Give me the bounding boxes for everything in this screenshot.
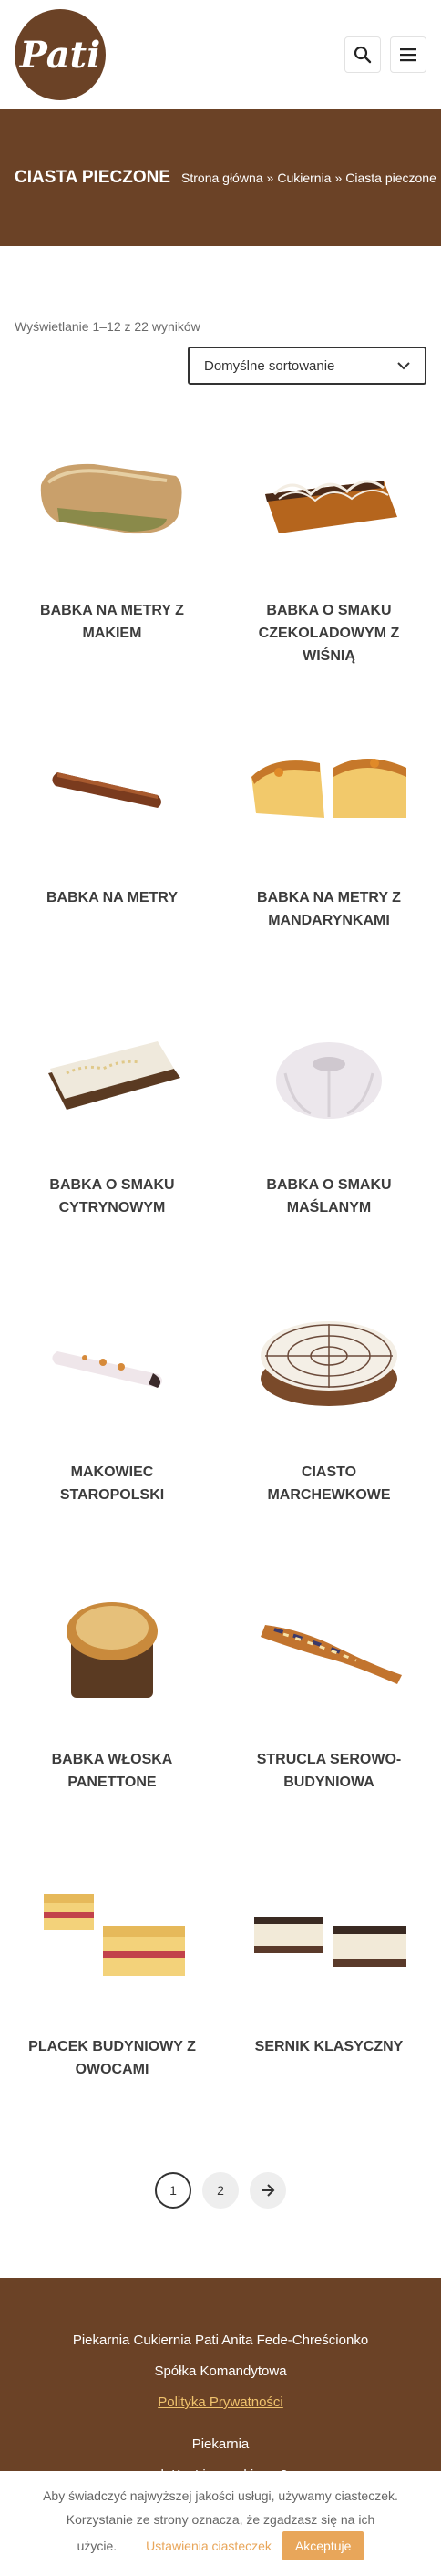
product-image[interactable] <box>238 1283 420 1438</box>
product-image[interactable] <box>238 709 420 864</box>
product-title[interactable]: BABKA WŁOSKA PANETTONE <box>15 1749 210 1795</box>
product-title[interactable]: BABKA O SMAKU CZEKOLADOWYM Z WIŚNIĄ <box>231 600 426 667</box>
product-image[interactable] <box>21 709 203 864</box>
cookie-banner: Aby świadczyć najwyższej jakości usługi,… <box>0 2471 441 2576</box>
next-page-button[interactable] <box>250 2172 286 2209</box>
product-image[interactable] <box>238 1857 420 2012</box>
footer-section-title: Piekarnia <box>191 2436 250 2452</box>
product-grid: BABKA NA METRY Z MAKIEM BABKA O SMAKU CZ… <box>0 385 441 2145</box>
product-title[interactable]: BABKA NA METRY Z MAKIEM <box>15 600 210 646</box>
site-header: Pati <box>0 0 441 109</box>
cookie-settings-link[interactable]: Ustawienia ciasteczek <box>146 2534 272 2558</box>
sort-selected-value: Domyślne sortowanie <box>204 357 335 374</box>
page-title: CIASTA PIECZONE <box>15 168 171 187</box>
product-card[interactable]: MAKOWIEC STAROPOLSKI <box>15 1283 210 1570</box>
breadcrumb-current: Ciasta pieczone <box>345 171 436 185</box>
cookie-message-line1: Aby świadczyć najwyższej jakości usługi,… <box>43 2488 398 2503</box>
product-card[interactable]: BABKA O SMAKU CYTRYNOWYM <box>15 996 210 1283</box>
breadcrumb-separator: » <box>334 171 343 185</box>
product-card[interactable]: BABKA NA METRY Z MAKIEM <box>15 421 210 709</box>
product-image[interactable] <box>21 1570 203 1725</box>
product-title[interactable]: BABKA O SMAKU CYTRYNOWYM <box>15 1174 210 1220</box>
product-image[interactable] <box>21 1283 203 1438</box>
header-actions <box>344 36 426 73</box>
site-logo[interactable]: Pati <box>15 9 106 100</box>
logo-text: Pati <box>19 33 101 77</box>
cookie-accept-button[interactable]: Akceptuje <box>282 2531 364 2560</box>
product-card[interactable]: BABKA NA METRY Z MANDARYNKAMI <box>231 709 426 996</box>
page-1-button[interactable]: 1 <box>155 2172 191 2209</box>
product-card[interactable]: BABKA WŁOSKA PANETTONE <box>15 1570 210 1857</box>
page-hero: CIASTA PIECZONE Strona główna » Cukierni… <box>0 109 441 246</box>
product-image[interactable] <box>238 421 420 576</box>
page-2-button[interactable]: 2 <box>202 2172 239 2209</box>
breadcrumb: Strona główna » Cukiernia » Ciasta piecz… <box>181 171 436 185</box>
arrow-right-icon <box>262 2184 275 2197</box>
chevron-down-icon <box>397 361 410 369</box>
product-card[interactable]: BABKA NA METRY <box>15 709 210 996</box>
breadcrumb-home[interactable]: Strona główna <box>181 171 263 185</box>
product-image[interactable] <box>238 996 420 1151</box>
search-button[interactable] <box>344 36 381 73</box>
menu-icon <box>400 48 416 62</box>
result-count: Wyświetlanie 1–12 z 22 wyników <box>15 319 200 334</box>
sort-dropdown[interactable]: Domyślne sortowanie <box>188 347 426 385</box>
privacy-policy-link[interactable]: Polityka Prywatności <box>158 2395 283 2410</box>
product-title[interactable]: MAKOWIEC STAROPOLSKI <box>15 1462 210 1507</box>
cookie-message-line2: Korzystanie ze strony oznacza, że zgadza… <box>66 2512 375 2527</box>
product-image[interactable] <box>21 996 203 1151</box>
product-title[interactable]: STRUCLA SEROWO-BUDYNIOWA <box>231 1749 426 1795</box>
product-title[interactable]: BABKA O SMAKU MAŚLANYM <box>231 1174 426 1220</box>
product-image[interactable] <box>21 421 203 576</box>
menu-button[interactable] <box>390 36 426 73</box>
product-card[interactable]: BABKA O SMAKU CZEKOLADOWYM Z WIŚNIĄ <box>231 421 426 709</box>
search-icon <box>354 46 372 64</box>
product-card[interactable]: STRUCLA SEROWO-BUDYNIOWA <box>231 1570 426 1857</box>
cookie-actions: użycie. Ustawienia ciasteczek Akceptuje <box>77 2531 364 2560</box>
footer-spacer <box>0 2418 441 2429</box>
product-card[interactable]: PLACEK BUDYNIOWY Z OWOCAMI <box>15 1857 210 2145</box>
product-title[interactable]: CIASTO MARCHEWKOWE <box>231 1462 426 1507</box>
pagination: 1 2 <box>0 2172 441 2209</box>
product-title[interactable]: SERNIK KLASYCZNY <box>246 2036 413 2059</box>
breadcrumb-cukiernia[interactable]: Cukiernia <box>277 171 331 185</box>
footer-company-name: Piekarnia Cukiernia Pati Anita Fede-Chre… <box>72 2333 369 2348</box>
product-title[interactable]: BABKA NA METRY Z MANDARYNKAMI <box>231 887 426 933</box>
breadcrumb-separator: » <box>266 171 274 185</box>
product-card[interactable]: CIASTO MARCHEWKOWE <box>231 1283 426 1570</box>
product-title[interactable]: PLACEK BUDYNIOWY Z OWOCAMI <box>15 2036 210 2082</box>
footer-company-type: Spółka Komandytowa <box>154 2364 287 2379</box>
shop-toolbar: Wyświetlanie 1–12 z 22 wyników Domyślne … <box>0 246 441 385</box>
cookie-message-line3: użycie. <box>77 2539 118 2553</box>
product-image[interactable] <box>21 1857 203 2012</box>
product-card[interactable]: SERNIK KLASYCZNY <box>231 1857 426 2145</box>
product-card[interactable]: BABKA O SMAKU MAŚLANYM <box>231 996 426 1283</box>
product-image[interactable] <box>238 1570 420 1725</box>
product-title[interactable]: BABKA NA METRY <box>37 887 187 910</box>
